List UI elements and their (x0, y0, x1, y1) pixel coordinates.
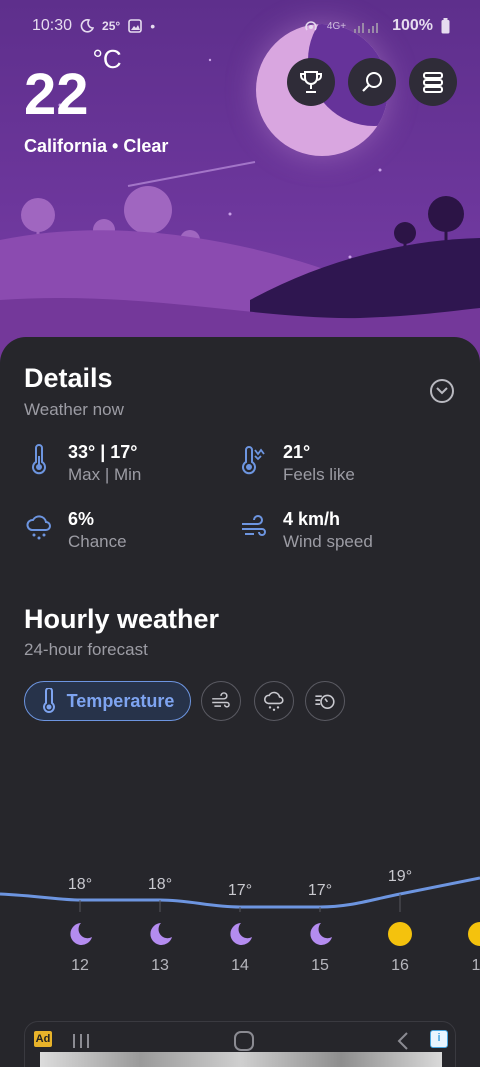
do-not-disturb-moon-icon (80, 19, 95, 33)
stat-max-min: 33° | 17° Max | Min (22, 440, 141, 486)
hour-label: 13 (151, 957, 169, 974)
moon-icon (150, 923, 172, 945)
hour-temp: 18° (67, 876, 93, 893)
tab-wind[interactable] (201, 681, 241, 721)
network-type: 4G+ (326, 20, 347, 32)
stat-value: 33° | 17° (68, 442, 138, 462)
sun-icon (468, 922, 480, 946)
hour-label: 14 (231, 957, 249, 974)
trophy-icon (300, 71, 322, 93)
moon-icon (70, 923, 92, 945)
chevron-down-icon (436, 387, 448, 395)
temperature-value: 22 (24, 62, 89, 127)
trophy-button[interactable] (287, 58, 335, 106)
feels-like-icon (242, 446, 265, 475)
hour-label: 1 (471, 957, 480, 974)
stat-value: 6% (68, 509, 95, 529)
moon-icon (230, 923, 252, 945)
stat-label: Feels like (283, 465, 355, 484)
details-subtitle: Weather now (24, 400, 124, 419)
details-title: Details (24, 363, 113, 393)
hero-banner (0, 0, 480, 380)
thermometer-icon (32, 444, 46, 475)
thermometer-icon (42, 688, 55, 713)
hourly-title: Hourly weather (24, 604, 220, 634)
gallery-icon (128, 19, 143, 33)
tab-precipitation[interactable] (254, 681, 294, 721)
stat-rain-chance: 6% Chance (22, 507, 127, 553)
hour-label: 15 (311, 957, 329, 974)
hour-temp: 18° (147, 876, 173, 893)
hour-temp: 17° (227, 882, 253, 899)
wind-icon (242, 515, 266, 536)
tab-wind-gust[interactable] (305, 681, 345, 721)
menu-stack-icon (423, 72, 443, 93)
status-weather: 25° (102, 19, 121, 33)
sun-icon (388, 922, 412, 946)
current-temperature: 22°C (24, 46, 122, 124)
status-time: 10:30 (32, 17, 73, 34)
stat-label: Chance (68, 532, 127, 551)
tab-temperature-label: Temperature (66, 690, 175, 711)
stat-value: 4 km/h (283, 509, 341, 529)
hotspot-icon (305, 21, 317, 31)
hourly-subtitle: 24-hour forecast (24, 640, 148, 659)
status-bar: 10:30 25° • 4G+ 100% (0, 0, 480, 52)
hour-temp: 17° (307, 882, 333, 899)
stat-wind-speed: 4 km/h Wind speed (237, 507, 373, 553)
stat-feels-like: 21° Feels like (237, 440, 355, 486)
rain-cloud-icon (26, 515, 51, 540)
hour-item: 2 1 (450, 874, 480, 984)
location-condition: California • Clear (24, 136, 169, 156)
battery-percent: 100% (392, 17, 433, 34)
hour-temp: 19° (387, 868, 413, 885)
temperature-unit: °C (92, 43, 122, 74)
system-navigation-bar (0, 1026, 480, 1056)
battery-icon (441, 18, 450, 34)
hour-label: 12 (71, 957, 89, 974)
menu-button[interactable] (409, 58, 457, 106)
stat-label: Max | Min (68, 465, 142, 484)
recent-apps-icon[interactable] (70, 1032, 92, 1050)
hour-label: 16 (391, 957, 409, 974)
back-icon[interactable] (396, 1031, 410, 1051)
wind-gauge-icon (315, 694, 335, 709)
night-landscape-illustration (0, 58, 480, 380)
tab-temperature[interactable]: Temperature (24, 681, 191, 721)
rain-cloud-icon (264, 691, 284, 711)
search-icon (362, 72, 382, 92)
moon-icon (310, 923, 332, 945)
stat-label: Wind speed (283, 532, 373, 551)
home-icon[interactable] (233, 1030, 255, 1052)
stat-value: 21° (283, 442, 311, 462)
signal-bars-icon (354, 23, 379, 33)
search-location-button[interactable] (348, 58, 396, 106)
wind-icon (212, 692, 230, 708)
expand-details-button[interactable] (430, 379, 454, 403)
notification-dot: • (150, 18, 156, 34)
